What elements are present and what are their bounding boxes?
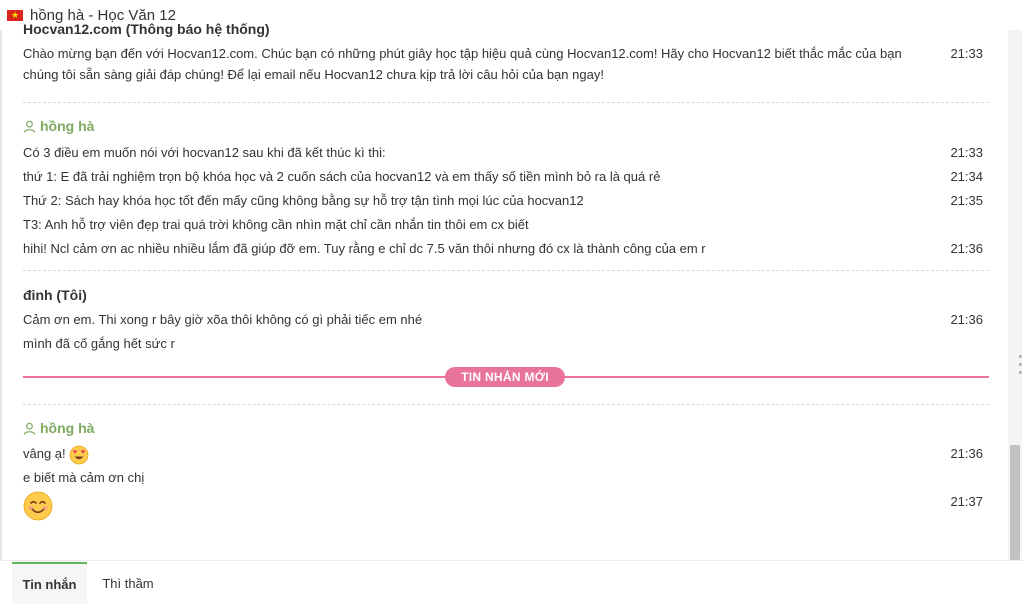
message-time: 21:33: [950, 145, 983, 160]
scrollbar-thumb[interactable]: [1010, 445, 1020, 560]
message-time: 21:34: [950, 169, 983, 184]
tab-messages[interactable]: Tin nhắn: [12, 562, 87, 604]
message-group-user: hồng hà Có 3 điều em muốn nói với hocvan…: [23, 116, 989, 261]
message-text: hihi! Ncl cảm ơn ac nhiều nhiều lắm đã g…: [23, 241, 706, 256]
message-time: 21:36: [950, 446, 983, 461]
group-divider: [23, 404, 989, 405]
message-text: Chào mừng bạn đến với Hocvan12.com. Chúc…: [23, 46, 902, 82]
message-time: 21:33: [950, 46, 983, 61]
sender-name: hồng hà: [23, 418, 989, 438]
message-text: thứ 1: E đã trải nghiệm trọn bộ khóa học…: [23, 169, 661, 184]
message-group-me: đinh (Tôi) Cảm ơn em. Thi xong r bây giờ…: [23, 285, 989, 356]
message-item: Có 3 điều em muốn nói với hocvan12 sau k…: [23, 141, 989, 165]
message-item: vâng ạ! 21:36: [23, 442, 989, 466]
message-text: Có 3 điều em muốn nói với hocvan12 sau k…: [23, 145, 386, 160]
resize-handle-icon[interactable]: [1019, 355, 1022, 377]
message-text: mình đã cố gắng hết sức r: [23, 336, 175, 351]
sender-label: hồng hà: [40, 118, 95, 134]
vietnam-flag-icon: ★: [7, 9, 23, 21]
chat-panel[interactable]: Hocvan12.com (Thông báo hệ thống) Chào m…: [2, 22, 1006, 560]
message-item: T3: Anh hỗ trợ viên đẹp trai quá trời kh…: [23, 213, 989, 237]
sender-name: Hocvan12.com (Thông báo hệ thống): [23, 22, 270, 37]
user-icon: [23, 422, 36, 435]
message-group-system: Hocvan12.com (Thông báo hệ thống) Chào m…: [23, 22, 989, 85]
sender-name: hồng hà: [23, 116, 989, 136]
heart-eyes-emoji: [69, 445, 89, 464]
message-item: 21:37: [23, 490, 989, 520]
message-item: hihi! Ncl cảm ơn ac nhiều nhiều lắm đã g…: [23, 237, 989, 261]
message-item: Thứ 2: Sách hay khóa học tốt đến mấy cũn…: [23, 189, 989, 213]
message-text: e biết mà cảm ơn chị: [23, 470, 145, 485]
message-item: Cảm ơn em. Thi xong r bây giờ xõa thôi k…: [23, 308, 989, 332]
message-time: 21:36: [950, 312, 983, 327]
group-divider: [23, 102, 989, 103]
message-time: 21:35: [950, 193, 983, 208]
sender-name: đinh (Tôi): [23, 287, 87, 303]
message-text: vâng ạ!: [23, 446, 66, 461]
tab-whisper[interactable]: Thì thầm: [92, 562, 164, 602]
message-time: 21:36: [950, 241, 983, 256]
window-title: hồng hà - Học Văn 12: [30, 6, 176, 24]
message-item: Chào mừng bạn đến với Hocvan12.com. Chúc…: [23, 39, 989, 85]
message-group-user: hồng hà vâng ạ! 21:36 e biết mà cảm ơn c…: [23, 418, 989, 520]
group-divider: [23, 270, 989, 271]
new-messages-badge: TIN NHẮN MỚI: [445, 367, 565, 387]
message-time: 21:37: [950, 494, 983, 509]
message-text: Cảm ơn em. Thi xong r bây giờ xõa thôi k…: [23, 312, 423, 327]
message-text: Thứ 2: Sách hay khóa học tốt đến mấy cũn…: [23, 193, 584, 208]
message-text: T3: Anh hỗ trợ viên đẹp trai quá trời kh…: [23, 217, 529, 232]
message-item: thứ 1: E đã trải nghiệm trọn bộ khóa học…: [23, 165, 989, 189]
tab-bar: Tin nhắn Thì thầm: [0, 560, 1024, 604]
message-item: mình đã cố gắng hết sức r: [23, 332, 989, 356]
user-icon: [23, 120, 36, 133]
sender-label: hồng hà: [40, 420, 95, 436]
smiling-emoji: [23, 491, 53, 520]
message-item: e biết mà cảm ơn chị: [23, 466, 989, 490]
